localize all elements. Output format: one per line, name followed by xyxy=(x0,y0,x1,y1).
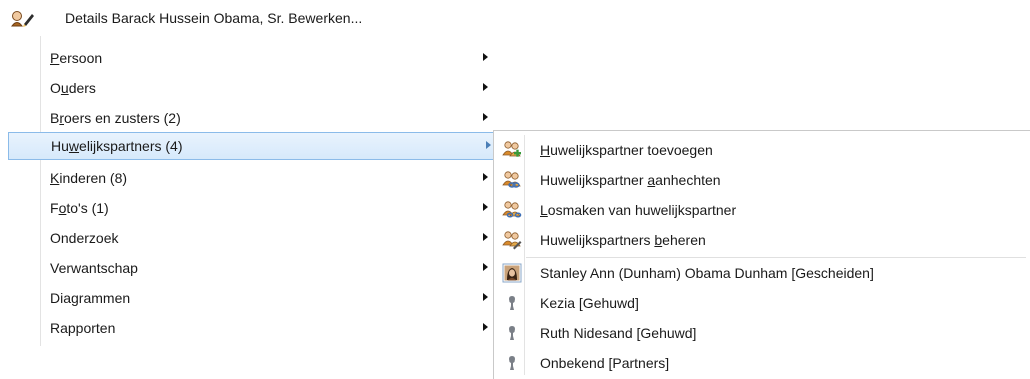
edit-details-menu-item[interactable]: Details Barack Hussein Obama, Sr. Bewerk… xyxy=(8,4,496,32)
partner-label: Stanley Ann (Dunham) Obama Dunham [Gesch… xyxy=(540,265,874,281)
menu-item-fotos[interactable]: Foto's (1) xyxy=(8,194,496,222)
menu-item-ouders[interactable]: Ouders xyxy=(8,74,496,102)
submenu-arrow-icon xyxy=(483,293,488,301)
attach-partner-icon xyxy=(502,171,521,188)
manage-partners-label: Huwelijkspartners beheren xyxy=(540,232,706,248)
detach-partner-icon xyxy=(502,201,522,218)
edit-person-icon xyxy=(11,11,34,27)
menu-item-label: Ouders xyxy=(50,80,96,96)
menu-item-label: Onderzoek xyxy=(50,230,119,246)
add-partner-icon xyxy=(502,141,521,157)
submenu-arrow-icon xyxy=(483,323,488,331)
menu-item-label: Huwelijkspartners (4) xyxy=(51,138,183,154)
context-menu: Details Barack Hussein Obama, Sr. Bewerk… xyxy=(0,0,500,352)
person-silhouette-icon xyxy=(509,296,515,310)
menu-item-verwantschap[interactable]: Verwantschap xyxy=(8,254,496,282)
manage-partners-menu-item[interactable]: Huwelijkspartners beheren xyxy=(494,225,1030,255)
person-silhouette-icon xyxy=(509,356,515,370)
menu-item-label: Persoon xyxy=(50,50,103,66)
detach-partner-menu-item[interactable]: Losmaken van huwelijkspartner xyxy=(494,195,1030,225)
submenu-arrow-icon xyxy=(483,113,488,121)
partner-item-stanley-ann[interactable]: Stanley Ann (Dunham) Obama Dunham [Gesch… xyxy=(494,258,1030,288)
partner-item-ruth-nidesand[interactable]: Ruth Nidesand [Gehuwd] xyxy=(494,318,1030,348)
attach-partner-label: Huwelijkspartner aanhechten xyxy=(540,172,721,188)
partner-label: Ruth Nidesand [Gehuwd] xyxy=(540,325,697,341)
menu-item-label: Verwantschap xyxy=(50,260,138,276)
edit-details-label: Details Barack Hussein Obama, Sr. Bewerk… xyxy=(65,10,363,26)
submenu-arrow-icon xyxy=(483,173,488,181)
partner-item-kezia[interactable]: Kezia [Gehuwd] xyxy=(494,288,1030,318)
add-partner-label: Huwelijkspartner toevoegen xyxy=(540,142,713,158)
menu-item-rapporten[interactable]: Rapporten xyxy=(8,314,496,342)
submenu-arrow-icon xyxy=(483,263,488,271)
add-partner-menu-item[interactable]: Huwelijkspartner toevoegen xyxy=(494,135,1030,165)
submenu-arrow-icon xyxy=(483,83,488,91)
menu-item-kinderen[interactable]: Kinderen (8) xyxy=(8,164,496,192)
menu-item-persoon[interactable]: Persoon xyxy=(8,44,496,72)
submenu-arrow-icon xyxy=(483,53,488,61)
person-silhouette-icon xyxy=(509,326,515,340)
submenu-arrow-icon xyxy=(483,233,488,241)
menu-item-label: Kinderen (8) xyxy=(50,170,128,186)
menu-item-huwelijkspartners[interactable]: Huwelijkspartners (4) xyxy=(8,132,500,160)
menu-item-label: Diagrammen xyxy=(50,290,131,306)
menu-item-onderzoek[interactable]: Onderzoek xyxy=(8,224,496,252)
detach-partner-label: Losmaken van huwelijkspartner xyxy=(540,202,737,218)
menu-item-label: Foto's (1) xyxy=(50,200,109,216)
partner-label: Onbekend [Partners] xyxy=(540,355,670,371)
menu-item-label: Broers en zusters (2) xyxy=(50,110,181,126)
submenu-arrow-icon xyxy=(486,141,491,149)
partner-label: Kezia [Gehuwd] xyxy=(540,295,639,311)
photo-portrait-icon xyxy=(502,263,522,283)
huwelijkspartners-submenu: Huwelijkspartner toevoegen Huwelijkspart… xyxy=(493,130,1030,379)
menu-item-broers-en-zusters[interactable]: Broers en zusters (2) xyxy=(8,104,496,132)
partner-item-onbekend[interactable]: Onbekend [Partners] xyxy=(494,348,1030,378)
menu-item-diagrammen[interactable]: Diagrammen xyxy=(8,284,496,312)
menu-item-label: Rapporten xyxy=(50,320,116,336)
attach-partner-menu-item[interactable]: Huwelijkspartner aanhechten xyxy=(494,165,1030,195)
submenu-arrow-icon xyxy=(483,203,488,211)
context-menu-stage: Details Barack Hussein Obama, Sr. Bewerk… xyxy=(0,0,1030,379)
manage-partners-icon xyxy=(502,231,522,250)
